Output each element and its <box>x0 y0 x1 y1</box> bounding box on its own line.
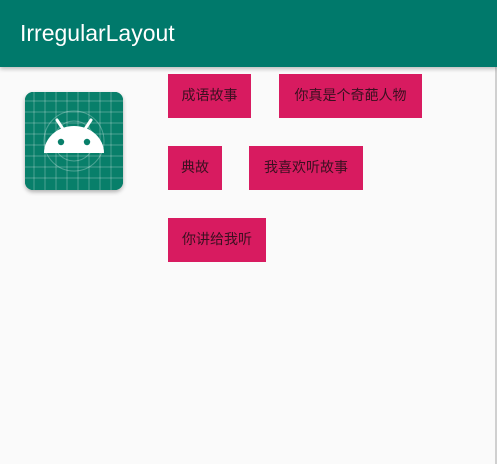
tag-chengyu-gushi[interactable]: 成语故事 <box>168 74 251 118</box>
app-screen: IrregularLayout 成语故事 你真是个奇葩人物 典故 我喜欢听故事 … <box>0 0 497 464</box>
tag-diangu[interactable]: 典故 <box>168 146 222 190</box>
tag-jiang-gei-wo-ting[interactable]: 你讲给我听 <box>168 218 266 262</box>
android-icon-graphic <box>25 92 123 190</box>
android-icon <box>25 92 123 190</box>
app-title: IrregularLayout <box>20 20 175 46</box>
tag-xihuan-ting-gushi[interactable]: 我喜欢听故事 <box>249 146 363 190</box>
app-bar: IrregularLayout <box>0 0 497 67</box>
tag-qipa-renwu[interactable]: 你真是个奇葩人物 <box>279 74 422 118</box>
